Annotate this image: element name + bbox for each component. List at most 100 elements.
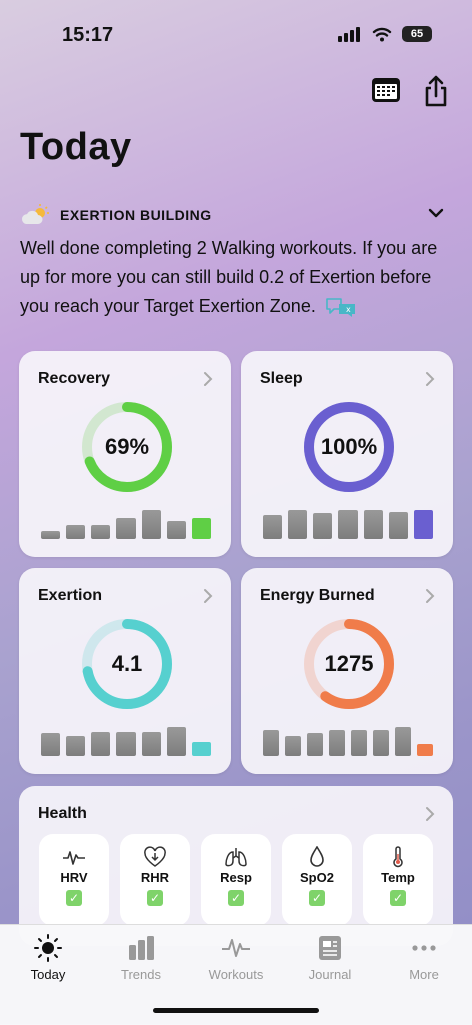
- metric-resp[interactable]: Resp ✓: [201, 834, 271, 926]
- history-bar: [288, 510, 308, 539]
- history-bar: [413, 510, 433, 539]
- tab-workouts[interactable]: Workouts: [196, 933, 276, 982]
- card-title: Exertion: [38, 587, 103, 604]
- pulse-icon: [222, 939, 250, 957]
- drop-icon: [310, 846, 324, 867]
- ring-value: 1275: [324, 651, 374, 676]
- ring-value: 69%: [104, 434, 150, 459]
- translate-icon[interactable]: x: [325, 297, 357, 318]
- ellipsis-icon: [412, 945, 436, 951]
- card-title: Recovery: [38, 370, 111, 387]
- history-bar: [191, 742, 211, 756]
- check-icon: ✓: [66, 890, 82, 906]
- share-icon[interactable]: [422, 74, 450, 108]
- signal-icon: [338, 27, 360, 42]
- chevron-right-icon: [426, 589, 435, 603]
- chevron-right-icon: [204, 589, 213, 603]
- metric-hrv[interactable]: HRV ✓: [39, 834, 109, 926]
- bar-history: [263, 499, 433, 539]
- history-bar: [373, 730, 389, 756]
- sleep-card[interactable]: Sleep 100%: [241, 351, 453, 557]
- metric-temp[interactable]: Temp ✓: [363, 834, 433, 926]
- heart-down-icon: [144, 846, 166, 867]
- history-bar: [141, 510, 161, 539]
- history-bar: [313, 513, 333, 539]
- bar-history: [41, 716, 211, 756]
- card-title: Health: [38, 805, 87, 822]
- home-indicator: [153, 1008, 319, 1013]
- history-bar: [166, 727, 186, 756]
- history-bar: [116, 732, 136, 756]
- energy-burned-card[interactable]: Energy Burned 1275: [241, 568, 453, 774]
- metric-rhr[interactable]: RHR ✓: [120, 834, 190, 926]
- recovery-card[interactable]: Recovery 69%: [19, 351, 231, 557]
- tab-today[interactable]: Today: [8, 933, 88, 982]
- chevron-right-icon: [426, 372, 435, 386]
- chevron-right-icon: [426, 807, 435, 821]
- history-bar: [363, 510, 383, 539]
- metric-label: HRV: [60, 870, 88, 885]
- calendar-icon[interactable]: [370, 74, 402, 104]
- history-bar: [116, 518, 136, 539]
- page-title: Today: [20, 126, 132, 168]
- tab-more[interactable]: More: [384, 933, 464, 982]
- sun-icon: [34, 934, 62, 962]
- lungs-icon: [225, 848, 247, 867]
- tab-label: Trends: [121, 967, 161, 982]
- insight-body: Well done completing 2 Walking workouts.…: [20, 238, 438, 316]
- bar-history: [41, 499, 211, 539]
- svg-text:x: x: [346, 305, 351, 314]
- history-bar: [66, 525, 86, 539]
- history-bar: [307, 733, 323, 756]
- journal-icon: [319, 936, 341, 960]
- exertion-card[interactable]: Exertion 4.1: [19, 568, 231, 774]
- chevron-down-icon[interactable]: [428, 208, 444, 218]
- thermometer-icon: [393, 846, 403, 868]
- battery-indicator: 65: [402, 26, 432, 42]
- insight-text: Well done completing 2 Walking workouts.…: [20, 234, 450, 321]
- tab-trends[interactable]: Trends: [101, 933, 181, 982]
- card-title: Energy Burned: [260, 587, 375, 604]
- ring-value: 100%: [320, 434, 378, 459]
- bar-history: [263, 716, 433, 756]
- top-actions: [370, 74, 450, 108]
- history-bar: [285, 736, 301, 756]
- health-card[interactable]: Health HRV ✓ RHR ✓ Resp ✓ SpO2 ✓ Temp ✓: [19, 786, 453, 946]
- insight-section[interactable]: EXERTION BUILDING Well done completing 2…: [20, 204, 450, 321]
- tab-label: Today: [30, 967, 66, 982]
- check-icon: ✓: [228, 890, 244, 906]
- history-bar: [329, 730, 345, 756]
- heartbeat-icon: [63, 851, 85, 865]
- tab-label: Workouts: [208, 967, 264, 982]
- metric-label: Temp: [381, 870, 415, 885]
- history-bar: [417, 744, 433, 756]
- status-time: 15:17: [62, 24, 114, 46]
- history-bar: [141, 732, 161, 756]
- history-bar: [191, 518, 211, 539]
- history-bar: [395, 727, 411, 756]
- metric-label: Resp: [220, 870, 252, 885]
- history-bar: [41, 531, 61, 539]
- history-bar: [41, 733, 61, 756]
- ring-value: 4.1: [111, 651, 143, 676]
- status-bar: 15:17 65: [0, 0, 472, 70]
- card-title: Sleep: [260, 370, 303, 387]
- metric-spo2[interactable]: SpO2 ✓: [282, 834, 352, 926]
- metric-label: SpO2: [300, 870, 334, 885]
- status-icons: 65: [338, 26, 432, 42]
- history-bar: [166, 521, 186, 539]
- history-bar: [91, 732, 111, 756]
- tab-journal[interactable]: Journal: [290, 933, 370, 982]
- history-bar: [263, 730, 279, 756]
- check-icon: ✓: [390, 890, 406, 906]
- history-bar: [263, 515, 283, 539]
- history-bar: [338, 510, 358, 539]
- insight-heading: EXERTION BUILDING: [60, 207, 212, 223]
- tab-label: More: [409, 967, 439, 982]
- check-icon: ✓: [309, 890, 325, 906]
- metric-label: RHR: [140, 870, 170, 885]
- bar-chart-icon: [129, 936, 154, 960]
- chevron-right-icon: [204, 372, 213, 386]
- history-bar: [66, 736, 86, 756]
- history-bar: [388, 512, 408, 539]
